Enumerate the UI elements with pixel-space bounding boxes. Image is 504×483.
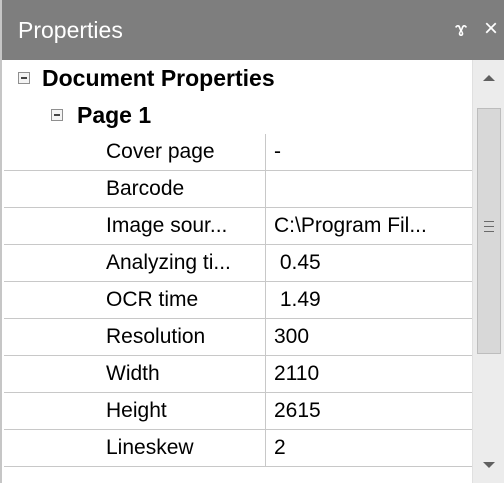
property-name: Width bbox=[96, 356, 266, 392]
property-value[interactable]: C:\Program Fil... bbox=[266, 208, 472, 244]
property-value[interactable]: 2 bbox=[266, 430, 472, 466]
property-row[interactable]: Image sour... C:\Program Fil... bbox=[4, 208, 472, 245]
scroll-down-arrow-icon[interactable] bbox=[478, 454, 500, 476]
grip-line bbox=[484, 231, 494, 232]
property-row[interactable]: Height 2615 bbox=[4, 393, 472, 430]
scroll-up-arrow-icon[interactable] bbox=[478, 68, 500, 90]
property-name: Cover page bbox=[96, 134, 266, 170]
panel-titlebar: Properties ɤ × bbox=[2, 0, 504, 60]
property-row[interactable]: Barcode bbox=[4, 171, 472, 208]
close-icon[interactable]: × bbox=[479, 16, 503, 42]
property-value[interactable]: - bbox=[266, 134, 472, 170]
property-row[interactable]: Width 2110 bbox=[4, 356, 472, 393]
property-name: OCR time bbox=[96, 282, 266, 318]
property-row[interactable]: Resolution 300 bbox=[4, 319, 472, 356]
property-name: Analyzing ti... bbox=[96, 245, 266, 281]
property-name: Height bbox=[96, 393, 266, 429]
property-value[interactable] bbox=[266, 171, 472, 207]
category-row-page-1[interactable]: Page 1 bbox=[4, 97, 472, 134]
property-value[interactable]: 0.45 bbox=[266, 245, 472, 281]
property-value[interactable]: 1.49 bbox=[266, 282, 472, 318]
property-grid: Document Properties Page 1 Cover page - … bbox=[4, 60, 472, 483]
property-row[interactable]: Cover page - bbox=[4, 134, 472, 171]
scrollbar-thumb[interactable] bbox=[477, 108, 501, 354]
pin-icon[interactable]: ɤ bbox=[451, 18, 471, 42]
collapse-icon[interactable] bbox=[18, 72, 30, 84]
property-name: Barcode bbox=[96, 171, 266, 207]
property-name: Lineskew bbox=[96, 430, 266, 466]
grip-line bbox=[484, 221, 494, 222]
panel-title: Properties bbox=[18, 17, 123, 43]
collapse-icon[interactable] bbox=[51, 109, 63, 121]
vertical-scrollbar[interactable] bbox=[472, 60, 504, 483]
property-row[interactable]: OCR time 1.49 bbox=[4, 282, 472, 319]
property-row[interactable]: Analyzing ti... 0.45 bbox=[4, 245, 472, 282]
category-label: Document Properties bbox=[42, 65, 275, 91]
property-value[interactable]: 2110 bbox=[266, 356, 472, 392]
property-value[interactable]: 300 bbox=[266, 319, 472, 355]
properties-panel: Properties ɤ × Document Properties Page … bbox=[0, 0, 504, 483]
grip-line bbox=[484, 226, 494, 227]
subcategory-label: Page 1 bbox=[77, 102, 152, 128]
property-row[interactable]: Lineskew 2 bbox=[4, 430, 472, 467]
property-name: Resolution bbox=[96, 319, 266, 355]
property-name: Image sour... bbox=[96, 208, 266, 244]
category-row-document-properties[interactable]: Document Properties bbox=[4, 60, 472, 97]
property-value[interactable]: 2615 bbox=[266, 393, 472, 429]
